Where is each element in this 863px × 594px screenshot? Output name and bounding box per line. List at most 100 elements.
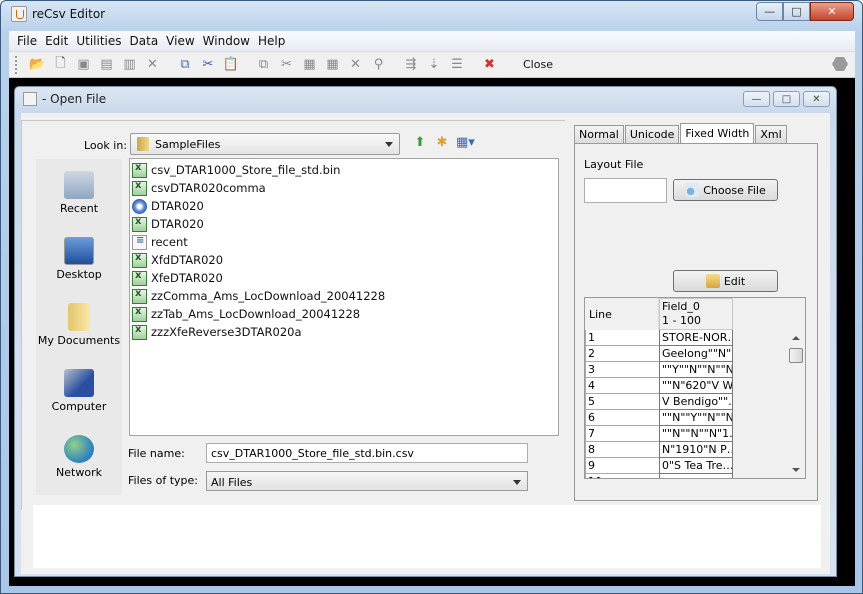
tab-xml[interactable]: Xml bbox=[755, 125, 787, 143]
recent-icon bbox=[64, 171, 94, 199]
minimize-button[interactable]: — bbox=[756, 2, 783, 21]
sort-icon[interactable]: ⇣ bbox=[425, 56, 443, 74]
menu-file[interactable]: File bbox=[13, 34, 41, 48]
fixed-width-panel: Layout File Choose File Edit Line Field_… bbox=[574, 143, 818, 501]
place-desktop[interactable]: Desktop bbox=[36, 237, 122, 281]
find-icon[interactable]: ⚲ bbox=[370, 56, 388, 74]
close-window-button[interactable]: ✕ bbox=[810, 2, 854, 21]
open-file-dialog: - Open File — □ ✕ Look in: SampleFiles ⬆… bbox=[14, 86, 837, 577]
file-item[interactable]: XfdDTAR020 bbox=[132, 251, 558, 269]
dialog-maximize-button[interactable]: □ bbox=[773, 91, 800, 107]
column-header-field[interactable]: Field_0 1 - 100 bbox=[659, 298, 733, 330]
tab-fixed-width[interactable]: Fixed Width bbox=[680, 123, 755, 143]
filter-icon[interactable]: ⇶ bbox=[402, 56, 420, 74]
menu-data[interactable]: Data bbox=[126, 34, 163, 48]
column-header-line[interactable]: Line bbox=[585, 298, 659, 330]
chevron-down-icon bbox=[385, 142, 393, 147]
table-row[interactable]: 9 0"S Tea Tre… bbox=[585, 458, 733, 474]
scroll-thumb[interactable] bbox=[789, 348, 803, 363]
paste-prior-icon[interactable]: ▦ bbox=[324, 56, 342, 74]
spreadsheet-file-icon bbox=[132, 252, 147, 268]
app-window: reCsv Editor — □ ✕ File Edit Utilities D… bbox=[0, 0, 863, 594]
chevron-down-icon bbox=[513, 480, 521, 485]
files-of-type-label: Files of type: bbox=[128, 474, 199, 487]
place-recent[interactable]: Recent bbox=[36, 171, 122, 215]
grid-vertical-scrollbar[interactable] bbox=[788, 330, 804, 476]
table-row[interactable]: 6""N""Y""N""N… bbox=[585, 410, 733, 426]
file-item[interactable]: csvDTAR020comma bbox=[132, 179, 558, 197]
paste-disabled-icon[interactable]: ▦ bbox=[301, 56, 319, 74]
desktop-icon bbox=[64, 237, 94, 265]
scroll-down-icon[interactable] bbox=[792, 468, 800, 472]
tab-normal[interactable]: Normal bbox=[574, 125, 624, 143]
copy-disabled-icon[interactable]: ⧉ bbox=[255, 56, 273, 74]
table-row[interactable]: 8 N"1910"N P… bbox=[585, 442, 733, 458]
menu-edit[interactable]: Edit bbox=[41, 34, 72, 48]
paste-icon[interactable]: 📋 bbox=[222, 56, 240, 74]
spreadsheet-file-icon bbox=[132, 306, 147, 322]
my-documents-icon bbox=[68, 303, 90, 331]
file-item[interactable]: DTAR020 bbox=[132, 215, 558, 233]
place-network[interactable]: Network bbox=[36, 435, 122, 479]
table-row[interactable]: 2Geelong""N"… bbox=[585, 346, 733, 362]
cut-icon[interactable]: ✂ bbox=[199, 56, 217, 74]
layout-file-input[interactable] bbox=[584, 178, 667, 203]
format-tab-pane: Normal Unicode Fixed Width Xml Layout Fi… bbox=[574, 123, 818, 504]
file-item[interactable]: DTAR020 bbox=[132, 197, 558, 215]
edit-button[interactable]: Edit bbox=[673, 270, 778, 292]
files-of-type-dropdown[interactable]: All Files bbox=[206, 471, 528, 491]
file-item[interactable]: zzTab_Ams_LocDownload_20041228 bbox=[132, 305, 558, 323]
table-row[interactable]: 3""Y""N""N""N… bbox=[585, 362, 733, 378]
table-row[interactable]: 10… bbox=[585, 474, 733, 478]
new-file-icon[interactable]: 🗋 bbox=[52, 56, 70, 74]
copy-icon[interactable]: ⧉ bbox=[176, 56, 194, 74]
file-item[interactable]: recent bbox=[132, 233, 558, 251]
toolbar-grip[interactable] bbox=[15, 55, 18, 74]
file-item[interactable]: csv_DTAR1000_Store_file_std.bin bbox=[132, 161, 558, 179]
export-icon[interactable]: ▥ bbox=[121, 56, 139, 74]
delete-record-icon[interactable]: ✕ bbox=[347, 56, 365, 74]
view-menu-icon[interactable]: ▦▾ bbox=[456, 135, 475, 151]
spreadsheet-file-icon bbox=[132, 180, 147, 196]
place-computer[interactable]: Computer bbox=[36, 369, 122, 413]
table-row[interactable]: 4""N"620"V W… bbox=[585, 378, 733, 394]
delete-icon[interactable]: ✕ bbox=[144, 56, 162, 74]
dialog-minimize-button[interactable]: — bbox=[743, 91, 770, 107]
computer-icon bbox=[64, 369, 94, 397]
place-my-documents[interactable]: My Documents bbox=[36, 303, 122, 347]
toolbar: 📂 🗋 ▣ ▤ ▥ ✕ ⧉ ✂ 📋 ⧉ ✂ ▦ ▦ ✕ ⚲ ⇶ ⇣ ☰ ✖ Cl… bbox=[9, 51, 855, 77]
look-in-dropdown[interactable]: SampleFiles bbox=[130, 133, 400, 155]
save-as-icon[interactable]: ▤ bbox=[98, 56, 116, 74]
cut-disabled-icon[interactable]: ✂ bbox=[278, 56, 296, 74]
scroll-up-icon[interactable] bbox=[792, 336, 800, 340]
dialog-body: Look in: SampleFiles ⬆ ✱ ▦▾ Recent Deskt… bbox=[21, 113, 830, 574]
tab-unicode[interactable]: Unicode bbox=[624, 125, 680, 143]
menu-help[interactable]: Help bbox=[254, 34, 289, 48]
up-folder-icon[interactable]: ⬆ bbox=[412, 135, 428, 151]
file-item[interactable]: zzzXfeReverse3DTAR020a bbox=[132, 323, 558, 341]
table-view-icon[interactable]: ☰ bbox=[448, 56, 466, 74]
table-row[interactable]: 5V Bendigo""… bbox=[585, 394, 733, 410]
dialog-close-button[interactable]: ✕ bbox=[803, 91, 830, 107]
new-folder-icon[interactable]: ✱ bbox=[434, 135, 450, 151]
menu-window[interactable]: Window bbox=[199, 34, 254, 48]
table-row[interactable]: 1 STORE-NOR… bbox=[585, 330, 733, 346]
file-item[interactable]: zzComma_Ams_LocDownload_20041228 bbox=[132, 287, 558, 305]
file-chooser: Look in: SampleFiles ⬆ ✱ ▦▾ Recent Deskt… bbox=[21, 120, 565, 510]
maximize-button[interactable]: □ bbox=[783, 2, 810, 21]
menu-utilities[interactable]: Utilities bbox=[72, 34, 125, 48]
choose-file-button[interactable]: Choose File bbox=[673, 179, 778, 201]
menu-view[interactable]: View bbox=[162, 34, 198, 48]
file-list[interactable]: csv_DTAR1000_Store_file_std.bin csvDTAR0… bbox=[129, 158, 559, 436]
save-icon[interactable]: ▣ bbox=[75, 56, 93, 74]
toolbar-close-button[interactable]: Close bbox=[523, 58, 553, 71]
open-folder-icon[interactable]: 📂 bbox=[29, 56, 47, 74]
file-name-input[interactable]: csv_DTAR1000_Store_file_std.bin.csv bbox=[206, 443, 528, 463]
spreadsheet-file-icon bbox=[132, 324, 147, 340]
dialog-title: - Open File bbox=[42, 92, 107, 106]
table-row[interactable]: 7 ""N""N""N"1… bbox=[585, 426, 733, 442]
file-name-label: File name: bbox=[128, 447, 185, 460]
file-item[interactable]: XfeDTAR020 bbox=[132, 269, 558, 287]
tools-icon[interactable]: ✖ bbox=[481, 56, 499, 74]
file-search-icon bbox=[685, 183, 700, 197]
